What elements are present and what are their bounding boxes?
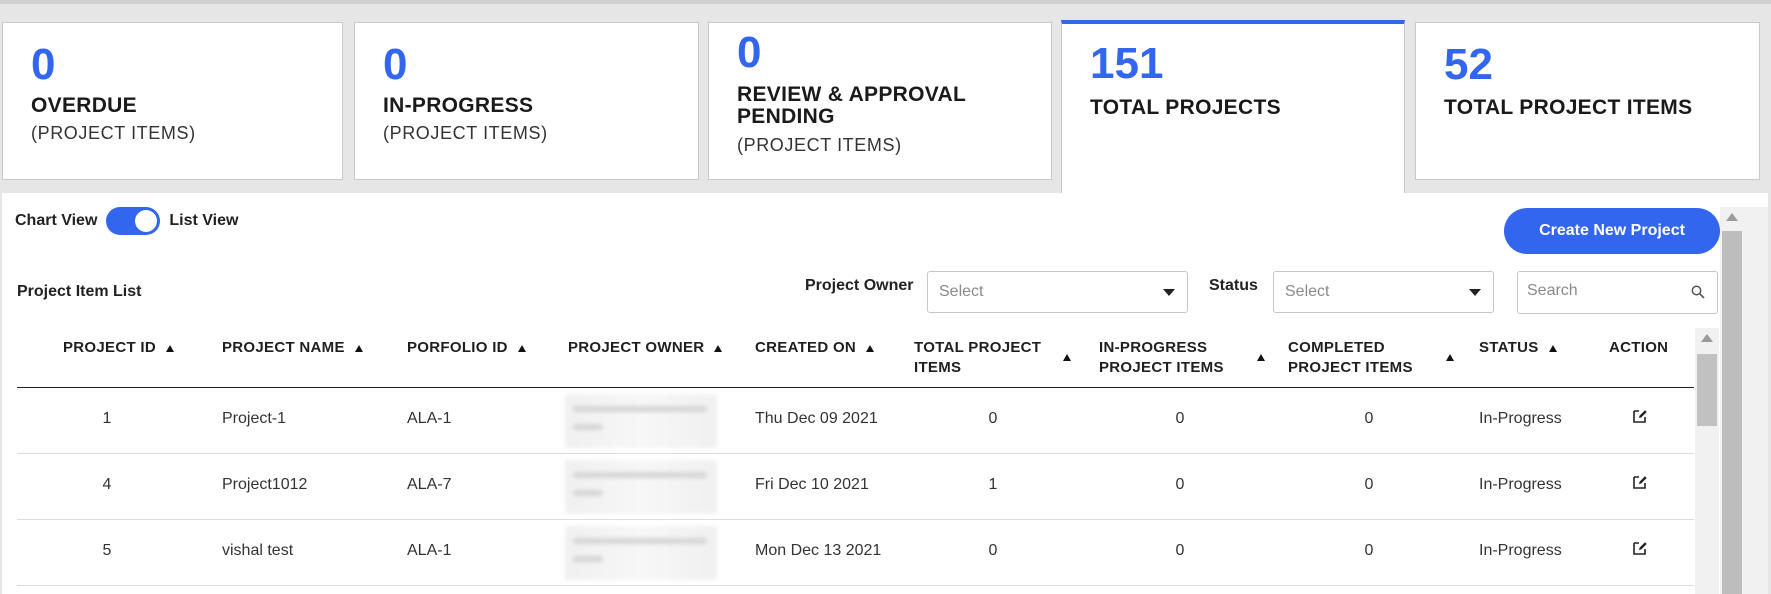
header-project-name[interactable]: PROJECT NAME bbox=[222, 338, 363, 358]
sort-up-icon[interactable] bbox=[166, 344, 175, 352]
cell-total-items: 1 bbox=[988, 476, 998, 493]
chart-view-label[interactable]: Chart View bbox=[15, 212, 97, 230]
caret-down-icon bbox=[1469, 289, 1481, 296]
status-label: Status bbox=[1209, 277, 1258, 294]
search-icon[interactable] bbox=[1691, 285, 1705, 299]
table-header: PROJECT ID PROJECT NAME PORFOLIO ID PROJ… bbox=[17, 328, 1694, 388]
cell-project-id: 1 bbox=[102, 410, 112, 427]
sort-up-icon[interactable] bbox=[354, 344, 363, 352]
list-title: Project Item List bbox=[17, 283, 142, 300]
card-subtitle: (PROJECT ITEMS) bbox=[737, 135, 902, 155]
view-toggle: Chart View List View bbox=[15, 207, 238, 235]
project-list-panel: Chart View List View Create New Project … bbox=[2, 193, 1768, 594]
cell-total-items: 0 bbox=[988, 410, 998, 427]
status-select[interactable]: Select bbox=[1273, 271, 1494, 313]
edit-icon[interactable] bbox=[1632, 540, 1648, 556]
cell-status: In-Progress bbox=[1479, 410, 1562, 427]
cell-inprogress-items: 0 bbox=[1175, 542, 1185, 559]
cell-project-id: 5 bbox=[102, 542, 112, 559]
header-action: ACTION bbox=[1609, 339, 1669, 356]
select-placeholder: Select bbox=[1285, 283, 1330, 300]
card-total-project-items[interactable]: 52 TOTAL PROJECT ITEMS bbox=[1415, 22, 1760, 180]
card-subtitle: (PROJECT ITEMS) bbox=[31, 123, 196, 143]
cell-created-on: Mon Dec 13 2021 bbox=[755, 542, 882, 559]
header-total-project-items[interactable]: TOTAL PROJECT ITEMS bbox=[914, 338, 1084, 378]
header-project-owner[interactable]: PROJECT OWNER bbox=[568, 338, 723, 358]
view-switch[interactable] bbox=[106, 207, 161, 235]
project-owner-label: Project Owner bbox=[805, 277, 914, 294]
cell-status: In-Progress bbox=[1479, 542, 1562, 559]
header-project-id[interactable]: PROJECT ID bbox=[63, 338, 175, 358]
table-row: 4 Project1012 ALA-7 Fri Dec 10 2021 1 0 … bbox=[17, 454, 1694, 520]
card-title-line2: PENDING bbox=[737, 105, 835, 128]
header-in-progress-project-items[interactable]: IN-PROGRESS PROJECT ITEMS bbox=[1099, 338, 1269, 378]
cell-inprogress-items: 0 bbox=[1175, 476, 1185, 493]
edit-icon[interactable] bbox=[1632, 408, 1648, 424]
create-new-project-button[interactable]: Create New Project bbox=[1504, 208, 1720, 254]
table-row: 5 vishal test ALA-1 Mon Dec 13 2021 0 0 … bbox=[17, 520, 1694, 586]
select-placeholder: Select bbox=[939, 283, 984, 300]
card-in-progress[interactable]: 0 IN-PROGRESS (PROJECT ITEMS) bbox=[354, 22, 699, 180]
scrollbar-thumb[interactable] bbox=[1722, 231, 1742, 594]
card-title-line1: REVIEW & APPROVAL bbox=[737, 83, 967, 106]
header-portfolio-id[interactable]: PORFOLIO ID bbox=[407, 338, 526, 358]
cell-total-items: 0 bbox=[988, 542, 998, 559]
scroll-up-arrow-icon[interactable] bbox=[1701, 334, 1713, 342]
cell-portfolio-id: ALA-1 bbox=[407, 542, 452, 559]
card-number: 52 bbox=[1444, 40, 1493, 89]
cell-project-owner-redacted bbox=[565, 394, 717, 448]
sort-up-icon[interactable] bbox=[1257, 354, 1265, 361]
card-subtitle: (PROJECT ITEMS) bbox=[383, 123, 548, 143]
search-input[interactable] bbox=[1527, 282, 1687, 300]
cell-portfolio-id: ALA-7 bbox=[407, 476, 452, 493]
cell-project-name: vishal test bbox=[222, 542, 294, 559]
cell-created-on: Thu Dec 09 2021 bbox=[755, 410, 878, 427]
sort-up-icon[interactable] bbox=[866, 344, 875, 352]
card-number: 151 bbox=[1090, 39, 1164, 88]
header-completed-project-items[interactable]: COMPLETED PROJECT ITEMS bbox=[1288, 338, 1458, 378]
cell-portfolio-id: ALA-1 bbox=[407, 410, 452, 427]
sort-up-icon[interactable] bbox=[1063, 354, 1071, 361]
sort-up-icon[interactable] bbox=[1548, 344, 1557, 352]
table-scrollbar[interactable] bbox=[1695, 328, 1719, 594]
scrollbar-thumb[interactable] bbox=[1697, 354, 1717, 426]
card-title: OVERDUE bbox=[31, 94, 137, 117]
cell-created-on: Fri Dec 10 2021 bbox=[755, 476, 869, 493]
cell-project-owner-redacted bbox=[565, 526, 717, 580]
scroll-up-arrow-icon[interactable] bbox=[1726, 213, 1738, 221]
cell-project-name: Project1012 bbox=[222, 476, 308, 493]
switch-knob bbox=[135, 210, 158, 232]
project-owner-select[interactable]: Select bbox=[927, 271, 1188, 313]
card-title: IN-PROGRESS bbox=[383, 94, 534, 117]
caret-down-icon bbox=[1163, 289, 1175, 296]
card-review-approval[interactable]: 0 REVIEW & APPROVAL PENDING (PROJECT ITE… bbox=[708, 22, 1052, 180]
cell-project-name: Project-1 bbox=[222, 410, 287, 427]
card-total-projects[interactable]: 151 TOTAL PROJECTS bbox=[1061, 20, 1405, 195]
top-bar bbox=[0, 0, 1771, 4]
search-field[interactable] bbox=[1517, 271, 1718, 314]
cell-project-id: 4 bbox=[102, 476, 112, 493]
card-title: TOTAL PROJECT ITEMS bbox=[1444, 96, 1693, 119]
header-status[interactable]: STATUS bbox=[1479, 338, 1557, 358]
edit-icon[interactable] bbox=[1632, 474, 1648, 490]
table-row: 1 Project-1 ALA-1 Thu Dec 09 2021 0 0 0 … bbox=[17, 388, 1694, 454]
list-view-label[interactable]: List View bbox=[169, 212, 238, 230]
sort-up-icon[interactable] bbox=[517, 344, 526, 352]
sort-up-icon[interactable] bbox=[714, 344, 723, 352]
card-overdue[interactable]: 0 OVERDUE (PROJECT ITEMS) bbox=[2, 22, 343, 180]
card-number: 0 bbox=[383, 40, 408, 89]
sort-up-icon[interactable] bbox=[1446, 354, 1454, 361]
project-table: PROJECT ID PROJECT NAME PORFOLIO ID PROJ… bbox=[17, 328, 1694, 594]
cell-completed-items: 0 bbox=[1364, 542, 1374, 559]
panel-scrollbar[interactable] bbox=[1720, 207, 1768, 594]
card-title: TOTAL PROJECTS bbox=[1090, 96, 1281, 119]
cell-project-owner-redacted bbox=[565, 460, 717, 514]
header-created-on[interactable]: CREATED ON bbox=[755, 338, 875, 358]
card-number: 0 bbox=[31, 40, 56, 89]
cell-completed-items: 0 bbox=[1364, 476, 1374, 493]
card-number: 0 bbox=[737, 28, 762, 77]
cell-status: In-Progress bbox=[1479, 476, 1562, 493]
cell-completed-items: 0 bbox=[1364, 410, 1374, 427]
cell-inprogress-items: 0 bbox=[1175, 410, 1185, 427]
